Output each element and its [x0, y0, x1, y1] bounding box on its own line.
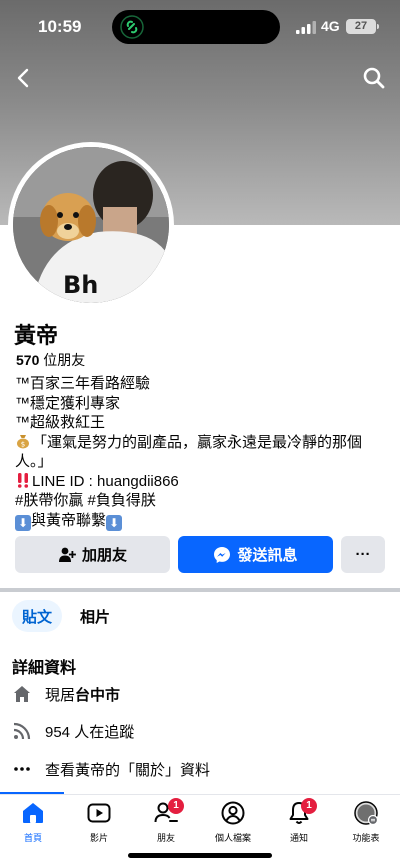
menu-avatar-icon [354, 801, 379, 826]
lives-in-item[interactable]: 現居 台中市 [12, 682, 120, 706]
profile-icon [221, 801, 245, 825]
avatar-illustration: Bh [13, 147, 169, 303]
svg-text:$: $ [21, 440, 25, 448]
nav-video[interactable]: 影片 [66, 800, 132, 844]
home-indicator [128, 853, 272, 858]
tab-posts[interactable]: 貼文 [12, 600, 62, 632]
status-time: 10:59 [38, 17, 82, 36]
followers-item[interactable]: 954 人在追蹤 [12, 719, 134, 743]
see-about-item[interactable]: 查看黃帝的「關於」資料 [12, 757, 210, 781]
nav-label: 個人檔案 [214, 833, 251, 843]
nav-profile[interactable]: 個人檔案 [200, 800, 266, 844]
add-friend-button[interactable]: 加朋友 [15, 536, 170, 573]
profile-name: 黃帝 [14, 323, 59, 348]
see-about-text: 查看黃帝的「關於」資料 [45, 761, 211, 779]
messenger-icon [214, 546, 231, 563]
double-exclamation-icon [17, 472, 29, 488]
search-icon[interactable] [362, 66, 386, 90]
bio-contact: 與黃帝聯繫 [31, 511, 107, 529]
notifications-badge: 1 [301, 798, 317, 814]
battery-tip [377, 24, 379, 29]
bio-line: $ 「運氣是努力的副產品，贏家永遠是最冷靜的那個人。」 [15, 433, 387, 472]
send-message-button[interactable]: 發送訊息 [178, 536, 333, 573]
profile-avatar[interactable]: Bh [8, 142, 174, 308]
network-type: 4G [321, 18, 340, 34]
dynamic-island [112, 10, 280, 44]
nav-label: 朋友 [156, 833, 175, 843]
back-icon[interactable] [12, 66, 36, 90]
bio-line: ™百家三年看路經驗 [15, 375, 151, 392]
bio-line: ⬇ 與黃帝聯繫 ⬇ [15, 511, 387, 531]
nav-notifications[interactable]: 1 通知 [266, 798, 332, 844]
friends-number: 570 [16, 352, 40, 368]
video-icon [87, 803, 111, 823]
bio-quote: 「運氣是努力的副產品，贏家永遠是最冷靜的那個人。」 [15, 433, 363, 471]
nav-friends[interactable]: 1 朋友 [133, 798, 199, 844]
down-arrow-icon: ⬇ [106, 514, 123, 531]
down-arrow-icon: ⬇ [15, 514, 31, 531]
home-nav-icon [23, 803, 43, 823]
home-icon [14, 686, 30, 702]
add-friend-icon [58, 547, 76, 562]
lives-in-city: 台中市 [75, 686, 121, 704]
nav-label: 功能表 [352, 833, 380, 843]
add-friend-label: 加朋友 [81, 547, 127, 564]
signal-icon [296, 21, 316, 34]
bio-line: #朕帶你贏 #負負得朕 [15, 492, 156, 509]
bio-line-id: LINE ID : huangdii866 [32, 472, 179, 490]
friends-count[interactable]: 570 位朋友 [16, 350, 85, 370]
bio-line: ™穩定獲利專家 [15, 394, 121, 412]
link-icon [120, 15, 144, 39]
send-message-label: 發送訊息 [237, 547, 298, 564]
tab-photos[interactable]: 相片 [70, 600, 120, 632]
nav-label: 通知 [289, 833, 308, 843]
bio-line: LINE ID : huangdii866 [15, 472, 387, 492]
status-bar: 10:59 4G 27 [0, 0, 400, 54]
nav-border [0, 794, 400, 795]
details-heading: 詳細資料 [12, 660, 77, 677]
nav-label: 影片 [89, 833, 108, 843]
avatar-photo: Bh [13, 147, 169, 303]
profile-bio: ™百家三年看路經驗 ™穩定獲利專家 ™超級救紅王 $ 「運氣是努力的副產品，贏家… [15, 374, 387, 531]
bio-line: ™超級救紅王 [15, 414, 106, 431]
more-icon: ··· [355, 546, 371, 563]
battery-icon: 27 [346, 19, 376, 34]
nav-label: 首頁 [23, 833, 42, 843]
section-divider [0, 588, 400, 592]
svg-text:Bh: Bh [63, 271, 98, 299]
lives-in-prefix: 現居 [45, 686, 76, 704]
friends-label: 位朋友 [43, 352, 86, 368]
friends-badge: 1 [168, 798, 184, 814]
nav-home[interactable]: 首頁 [0, 800, 66, 844]
ellipsis-icon [14, 767, 30, 771]
nav-menu[interactable]: 功能表 [333, 800, 399, 844]
money-bag-icon: $ [17, 434, 29, 448]
more-options-button[interactable]: ··· [341, 536, 385, 573]
followers-icon [13, 722, 31, 740]
followers-text: 954 人在追蹤 [45, 723, 135, 741]
